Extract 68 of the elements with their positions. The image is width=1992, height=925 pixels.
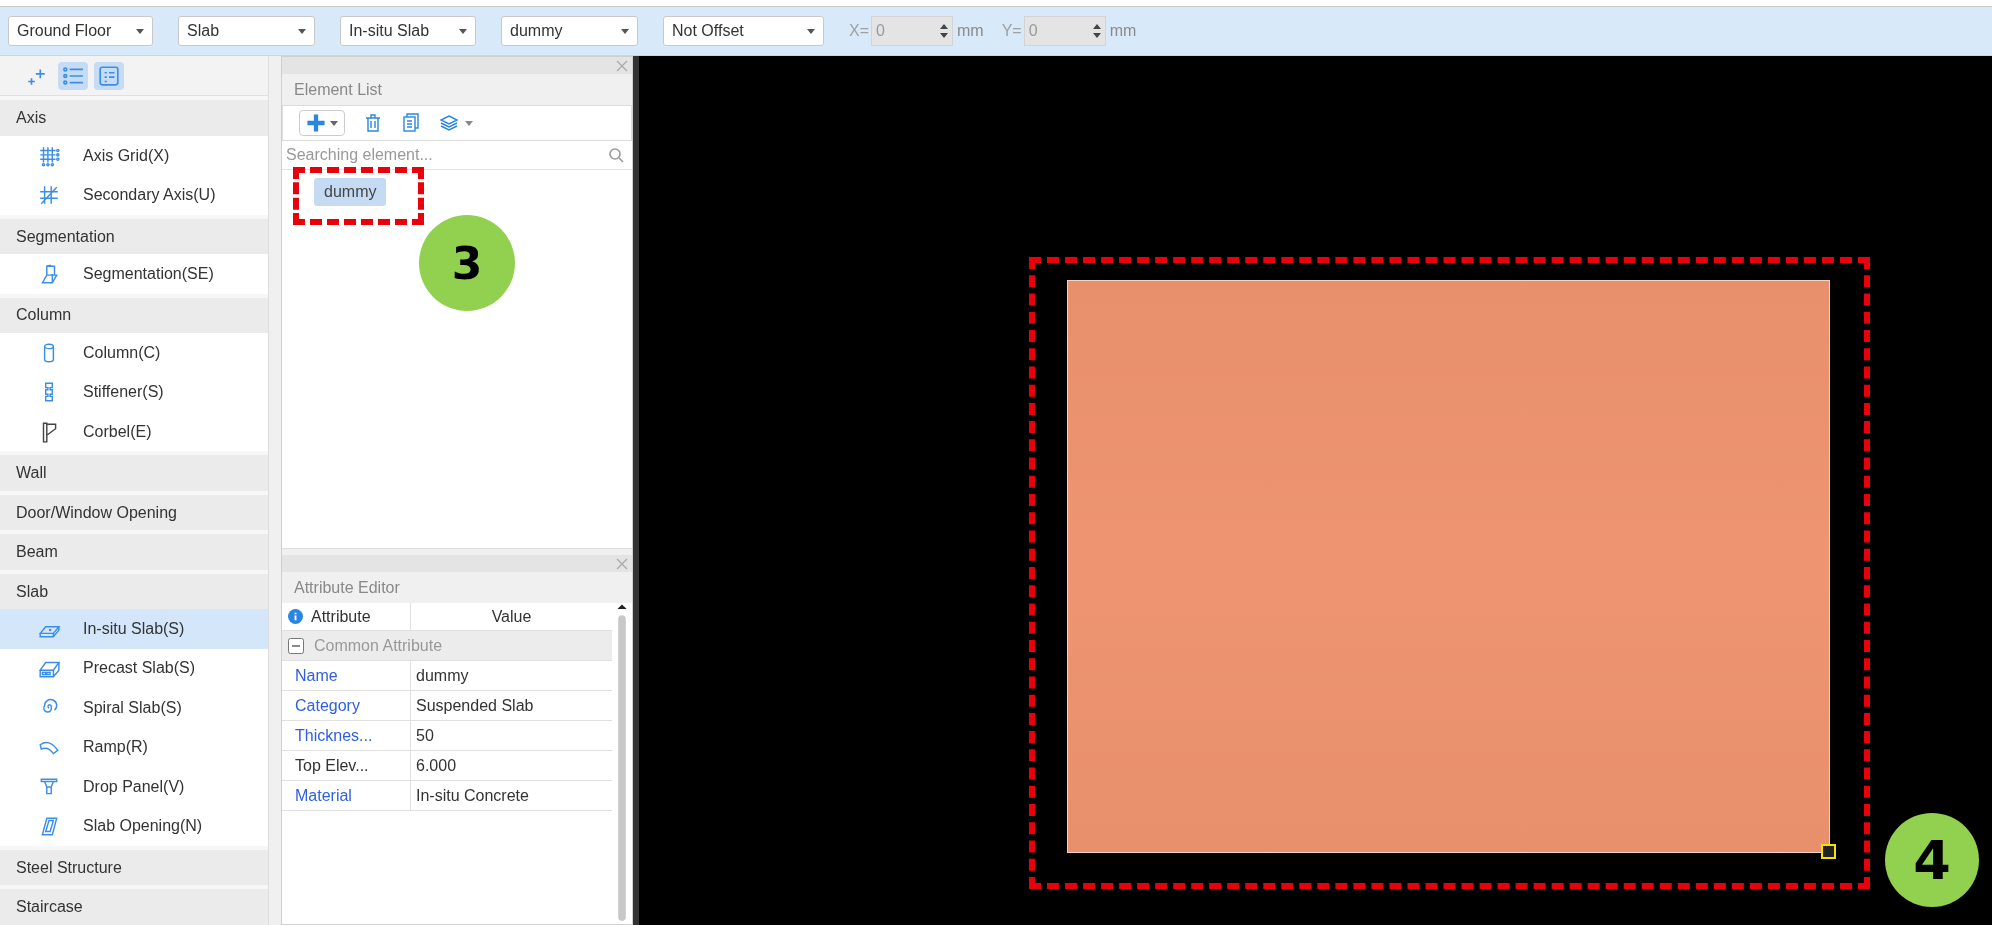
attribute-value: 6.000 — [416, 756, 457, 775]
attribute-name: Top Elev... — [295, 756, 369, 775]
section-header[interactable]: Door/Window Opening — [0, 494, 268, 531]
attribute-name: Name — [295, 666, 338, 685]
attribute-value: Suspended Slab — [416, 696, 534, 715]
panel-title: Attribute Editor — [282, 572, 632, 603]
section-header[interactable]: Beam — [0, 534, 268, 570]
dropdown[interactable]: In-situ Slab — [340, 16, 476, 46]
grip-handle[interactable] — [1821, 844, 1836, 859]
section-header[interactable]: Staircase — [0, 889, 268, 925]
dropdown[interactable]: dummy — [501, 16, 638, 46]
palette-item[interactable]: Segmentation(SE) — [0, 254, 268, 294]
palette-item[interactable]: Slab Opening(N) — [0, 806, 268, 846]
drawing-canvas[interactable] — [633, 56, 1992, 925]
palette-item[interactable]: Drop Panel(V) — [0, 767, 268, 807]
attribute-name: Thicknes... — [295, 726, 373, 745]
dropdown[interactable]: Not Offset — [663, 16, 824, 46]
palette-item[interactable]: Axis Grid(X) — [0, 135, 268, 176]
caret-icon — [298, 28, 306, 34]
palette-item[interactable]: Secondary Axis(U) — [0, 175, 268, 215]
trash-icon[interactable] — [363, 112, 383, 134]
close-icon[interactable] — [616, 59, 628, 72]
attribute-value: dummy — [416, 666, 469, 685]
search-icon[interactable] — [608, 147, 624, 163]
copy-icon[interactable] — [401, 112, 421, 134]
dropdown[interactable]: Ground Floor — [8, 16, 153, 46]
caret-icon — [330, 120, 338, 126]
list-item[interactable]: dummy — [314, 178, 387, 206]
palette-item[interactable]: Precast Slab(S) — [0, 648, 268, 689]
info-icon[interactable] — [288, 609, 303, 624]
attribute-name: Category — [295, 696, 360, 715]
section-header[interactable]: Segmentation — [0, 218, 268, 255]
palette-item[interactable]: Ramp(R) — [0, 727, 268, 768]
details-button[interactable] — [94, 61, 124, 90]
unit-label: mm — [1109, 22, 1137, 40]
add-button[interactable] — [299, 110, 345, 136]
attribute-value: In-situ Concrete — [416, 786, 529, 805]
unit-label: mm — [957, 22, 984, 40]
plus-icon — [306, 112, 326, 134]
dropdown[interactable]: Slab — [178, 16, 315, 46]
palette-item[interactable]: Column(C) — [0, 333, 268, 373]
column-header: Value — [491, 607, 532, 626]
section-header[interactable]: Steel Structure — [0, 849, 268, 886]
group-title: Common Attribute — [314, 636, 443, 655]
section-header[interactable]: Axis — [0, 100, 268, 136]
list-button[interactable] — [58, 61, 88, 90]
field-label: X= — [849, 22, 869, 40]
caret-icon — [459, 28, 467, 34]
section-header[interactable]: Slab — [0, 573, 268, 610]
palette-item[interactable]: Corbel(E) — [0, 412, 268, 452]
palette-item[interactable]: Spiral Slab(S) — [0, 688, 268, 728]
section-header[interactable]: Wall — [0, 455, 268, 491]
details-icon — [98, 64, 120, 87]
column-header: Attribute — [311, 607, 371, 626]
caret-icon — [621, 28, 629, 34]
attribute-name: Material — [295, 786, 352, 805]
close-icon[interactable] — [616, 557, 628, 570]
caret-icon — [807, 28, 815, 34]
attribute-value: 50 — [416, 726, 434, 745]
palette-item[interactable]: Stiffener(S) — [0, 372, 268, 412]
section-header[interactable]: Column — [0, 297, 268, 334]
layers-icon[interactable] — [439, 112, 459, 134]
caret-icon — [136, 28, 144, 34]
caret-icon[interactable] — [465, 120, 473, 126]
list-icon — [62, 64, 84, 87]
palette-item[interactable]: In-situ Slab(S) — [0, 609, 268, 649]
collapse-icon[interactable] — [288, 637, 304, 654]
field-label: Y= — [1001, 22, 1022, 40]
